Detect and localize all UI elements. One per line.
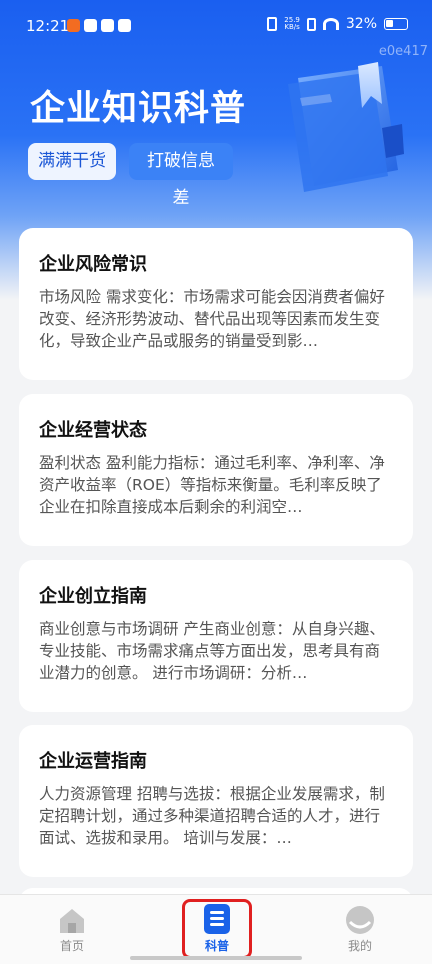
vibrate-icon	[267, 17, 278, 31]
book-illustration-icon	[288, 62, 404, 192]
battery-icon	[384, 18, 408, 30]
knowledge-card-founding-guide[interactable]: 企业创立指南 商业创意与市场调研 产生商业创意：从自身兴趣、专业技能、市场需求痛…	[19, 560, 413, 712]
card-description: 商业创意与市场调研 产生商业创意：从自身兴趣、专业技能、市场需求痛点等方面出发，…	[39, 620, 385, 682]
video-notification-icon	[118, 19, 131, 32]
home-icon	[60, 909, 84, 933]
network-speed: 25.9 KB/s	[284, 17, 300, 31]
home-indicator[interactable]	[130, 956, 302, 960]
watermark: e0e417	[378, 44, 428, 59]
page-title: 企业知识科普	[30, 89, 247, 129]
nav-label-home: 首页	[59, 939, 84, 953]
card-title: 企业创立指南	[39, 586, 147, 607]
tag-ganhuo: 满满干货	[28, 143, 116, 180]
highlight-annotation	[182, 899, 252, 959]
nav-label-mine: 我的	[347, 939, 372, 953]
status-indicators: 25.9 KB/s 32%	[267, 16, 408, 32]
sim-icon	[306, 17, 316, 31]
card-description: 人力资源管理 招聘与选拔：根据企业发展需求，制定招聘计划，通过多种渠道招聘合适的…	[39, 785, 385, 847]
status-app-icons	[67, 19, 131, 32]
card-title: 企业运营指南	[39, 751, 147, 772]
card-description: 市场风险 需求变化：市场需求可能会因消费者偏好改变、经济形势波动、替代品出现等因…	[39, 288, 385, 350]
battery-percent: 32%	[345, 16, 377, 32]
card-title: 企业经营状态	[39, 420, 147, 441]
knowledge-card-operation-status[interactable]: 企业经营状态 盈利状态 盈利能力指标：通过毛利率、净利率、净资产收益率（ROE）…	[19, 394, 413, 546]
network-speed-unit: KB/s	[284, 23, 300, 31]
mail-notification-icon	[101, 19, 114, 32]
app-notification-icon	[84, 19, 97, 32]
card-description: 盈利状态 盈利能力指标：通过毛利率、净利率、净资产收益率（ROE）等指标来衡量。…	[39, 454, 385, 516]
profile-icon	[346, 906, 374, 934]
wifi-icon	[322, 18, 339, 30]
card-title: 企业风险常识	[39, 254, 147, 275]
knowledge-card-operation-guide[interactable]: 企业运营指南 人力资源管理 招聘与选拔：根据企业发展需求，制定招聘计划，通过多种…	[19, 725, 413, 877]
app-notification-icon	[67, 19, 80, 32]
knowledge-card-risk[interactable]: 企业风险常识 市场风险 需求变化：市场需求可能会因消费者偏好改变、经济形势波动、…	[19, 228, 413, 380]
status-time: 12:21	[26, 17, 70, 35]
tag-xinxicha: 打破信息差	[129, 143, 233, 208]
nav-item-mine[interactable]: 我的	[305, 895, 415, 964]
nav-item-home[interactable]: 首页	[17, 895, 127, 964]
status-bar: 12:21 25.9 KB/s 32%	[0, 0, 432, 52]
